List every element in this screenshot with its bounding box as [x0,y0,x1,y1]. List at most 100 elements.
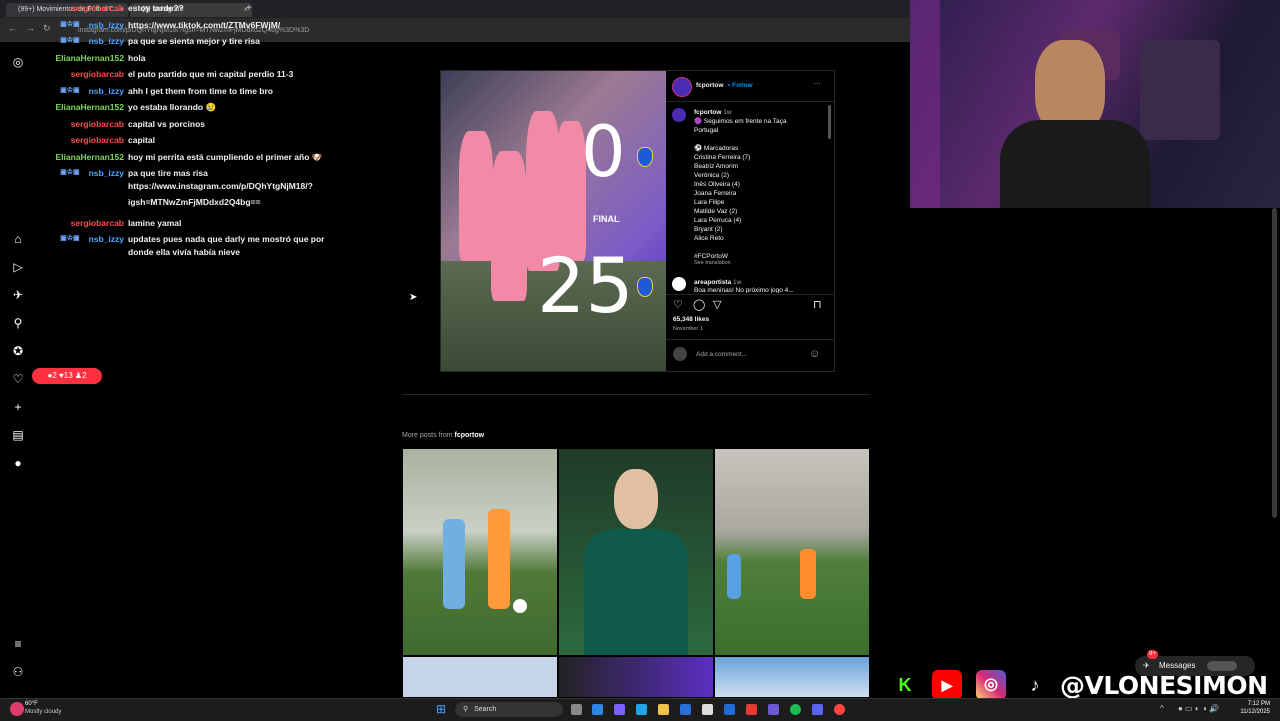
chat-text: hola [128,52,146,63]
post-image[interactable]: 0 FINAL 25 [441,71,666,371]
post-thumbnail[interactable] [715,449,869,655]
browser-icon[interactable] [592,704,603,715]
copilot-icon[interactable] [614,704,625,715]
chat-text[interactable]: https://www.tiktok.com/t/ZTMv6FWjM/ [128,19,280,31]
like-icon[interactable]: ♡ [673,298,683,311]
caption-user[interactable]: fcportow [694,109,721,116]
menu-icon[interactable]: ≡ [10,636,26,652]
webcam-feed [910,0,1280,208]
notification-bubble[interactable]: ●2 ♥13 ♟2 [32,368,102,384]
account-name[interactable]: fcportow [696,82,723,89]
chat-message: sergiobarcab estoy tarde?? [0,2,330,14]
share-icon[interactable]: ▽ [713,298,721,311]
create-icon[interactable]: + [10,399,26,415]
likes-count[interactable]: 65,348 likes [673,316,709,323]
chat-username[interactable]: nsb_izzy [89,233,124,245]
score-top: 0 [581,111,626,193]
add-comment-input[interactable]: Add a comment... [696,351,747,358]
caption-line: Bryant (2) [694,226,723,233]
reels-icon[interactable]: ▷ [10,259,26,275]
app-icon[interactable] [768,704,779,715]
scrollbar[interactable] [828,105,831,139]
chat-username[interactable]: ElianaHernan152 [55,151,124,163]
messages-badge: 9+ [1147,650,1158,659]
chat-username[interactable]: sergiobarcab [71,217,124,229]
chat-username[interactable]: nsb_izzy [89,85,124,97]
comment-user[interactable]: areaportista [694,279,731,286]
caption-line: Portugal [694,127,719,134]
dropbox-icon[interactable] [724,704,735,715]
more-options-icon[interactable]: ··· [814,80,821,87]
more-posts-account[interactable]: fcportow [455,432,485,439]
post-thumbnail[interactable] [403,449,557,655]
windows-start-icon[interactable]: ⊞ [436,703,446,715]
task-view-icon[interactable] [571,704,582,715]
taskbar-search[interactable]: ⚲ Search [455,702,563,717]
tray-icons[interactable]: ● ▭ ◐ ◑ 🔊 [1178,704,1219,713]
tray-chevron-icon[interactable]: ^ [1160,704,1164,713]
discord-icon[interactable] [812,704,823,715]
chat-text: hoy mi perrita está cumpliendo el primer… [128,151,323,162]
badge-icon: ▣♔▣ [60,37,80,44]
light-strip [910,0,940,208]
explore-icon[interactable]: ✪ [10,343,26,359]
player-figure [800,549,816,599]
obs-icon[interactable] [834,704,845,715]
follow-button[interactable]: • Follow [728,82,753,89]
app-icon[interactable] [746,704,757,715]
player-figure [459,131,493,261]
scrollbar[interactable] [1272,208,1277,518]
chat-message: ElianaHernan152 yo estaba llorando 😢 [0,101,330,113]
post-thumbnail[interactable] [559,657,713,697]
chat-username[interactable]: sergiobarcab [71,134,124,146]
avatar[interactable]: ● [10,455,26,471]
post-sidebar: fcportow • Follow ··· fcportow 1w 🟣 Segu… [666,71,834,371]
apps-icon[interactable]: ⚇ [10,664,26,680]
chat-message: ▣♔▣ nsb_izzy updates pues nada que darly m… [0,233,330,245]
chat-username[interactable]: sergiobarcab [71,2,124,14]
avatar [672,108,686,122]
caption-line: ⚽ Marcadoras [694,145,739,152]
chat-username[interactable]: ElianaHernan152 [55,101,124,113]
weather-icon[interactable] [10,702,24,716]
post-thumbnail[interactable] [403,657,557,697]
avatar[interactable] [672,77,692,97]
emoji-icon[interactable]: ☺ [809,348,820,360]
heart-icon[interactable]: ♡ [10,371,26,387]
divider [666,294,834,295]
post-date: November 1 [673,326,703,332]
chat-username[interactable]: nsb_izzy [89,167,124,179]
spotify-icon[interactable] [790,704,801,715]
dashboard-icon[interactable]: ▤ [10,427,26,443]
bookmark-icon[interactable]: ⊓ [813,298,822,311]
chat-username[interactable]: sergiobarcab [71,68,124,80]
avatar [1207,661,1237,671]
outlook-icon[interactable] [680,704,691,715]
caption-line [694,243,824,252]
edge-icon[interactable] [636,704,647,715]
clock-time[interactable]: 7:12 PM [1240,701,1270,707]
chat-message: donde ella vivía había nieve [0,246,330,258]
post-thumbnail[interactable] [715,657,869,697]
clock-date[interactable]: 11/12/2025 [1234,709,1270,715]
search-icon[interactable]: ⚲ [10,315,26,331]
caption-text: 🟣 Seguimos em frente na Taça Portugal ⚽ Ma… [694,117,824,261]
weather-temp: 60°F [25,701,38,707]
chat-message: https://www.instagram.com/p/DQhYtgNjM18/… [0,180,330,192]
comment-icon[interactable]: ◯ [693,298,705,311]
chat-username[interactable]: ElianaHernan152 [55,52,124,64]
caption-line: Cristina Ferreira (7) [694,154,751,161]
right-panel [910,208,1280,698]
see-translation-link[interactable]: See translation [694,260,731,266]
post-thumbnail[interactable] [559,449,713,655]
caption-line: Lara Perruca (4) [694,217,742,224]
chat-username[interactable]: sergiobarcab [71,118,124,130]
chat-text[interactable]: https://www.instagram.com/p/DQhYtgNjM18/… [128,180,313,192]
chat-text: estoy tarde?? [128,3,184,13]
messages-icon[interactable]: ✈ [10,287,26,303]
chat-username[interactable]: nsb_izzy [89,35,124,47]
chat-username[interactable]: nsb_izzy [89,19,124,31]
file-explorer-icon[interactable] [658,704,669,715]
calendar-icon[interactable] [702,704,713,715]
chat-text: lamine yamal [128,217,182,228]
